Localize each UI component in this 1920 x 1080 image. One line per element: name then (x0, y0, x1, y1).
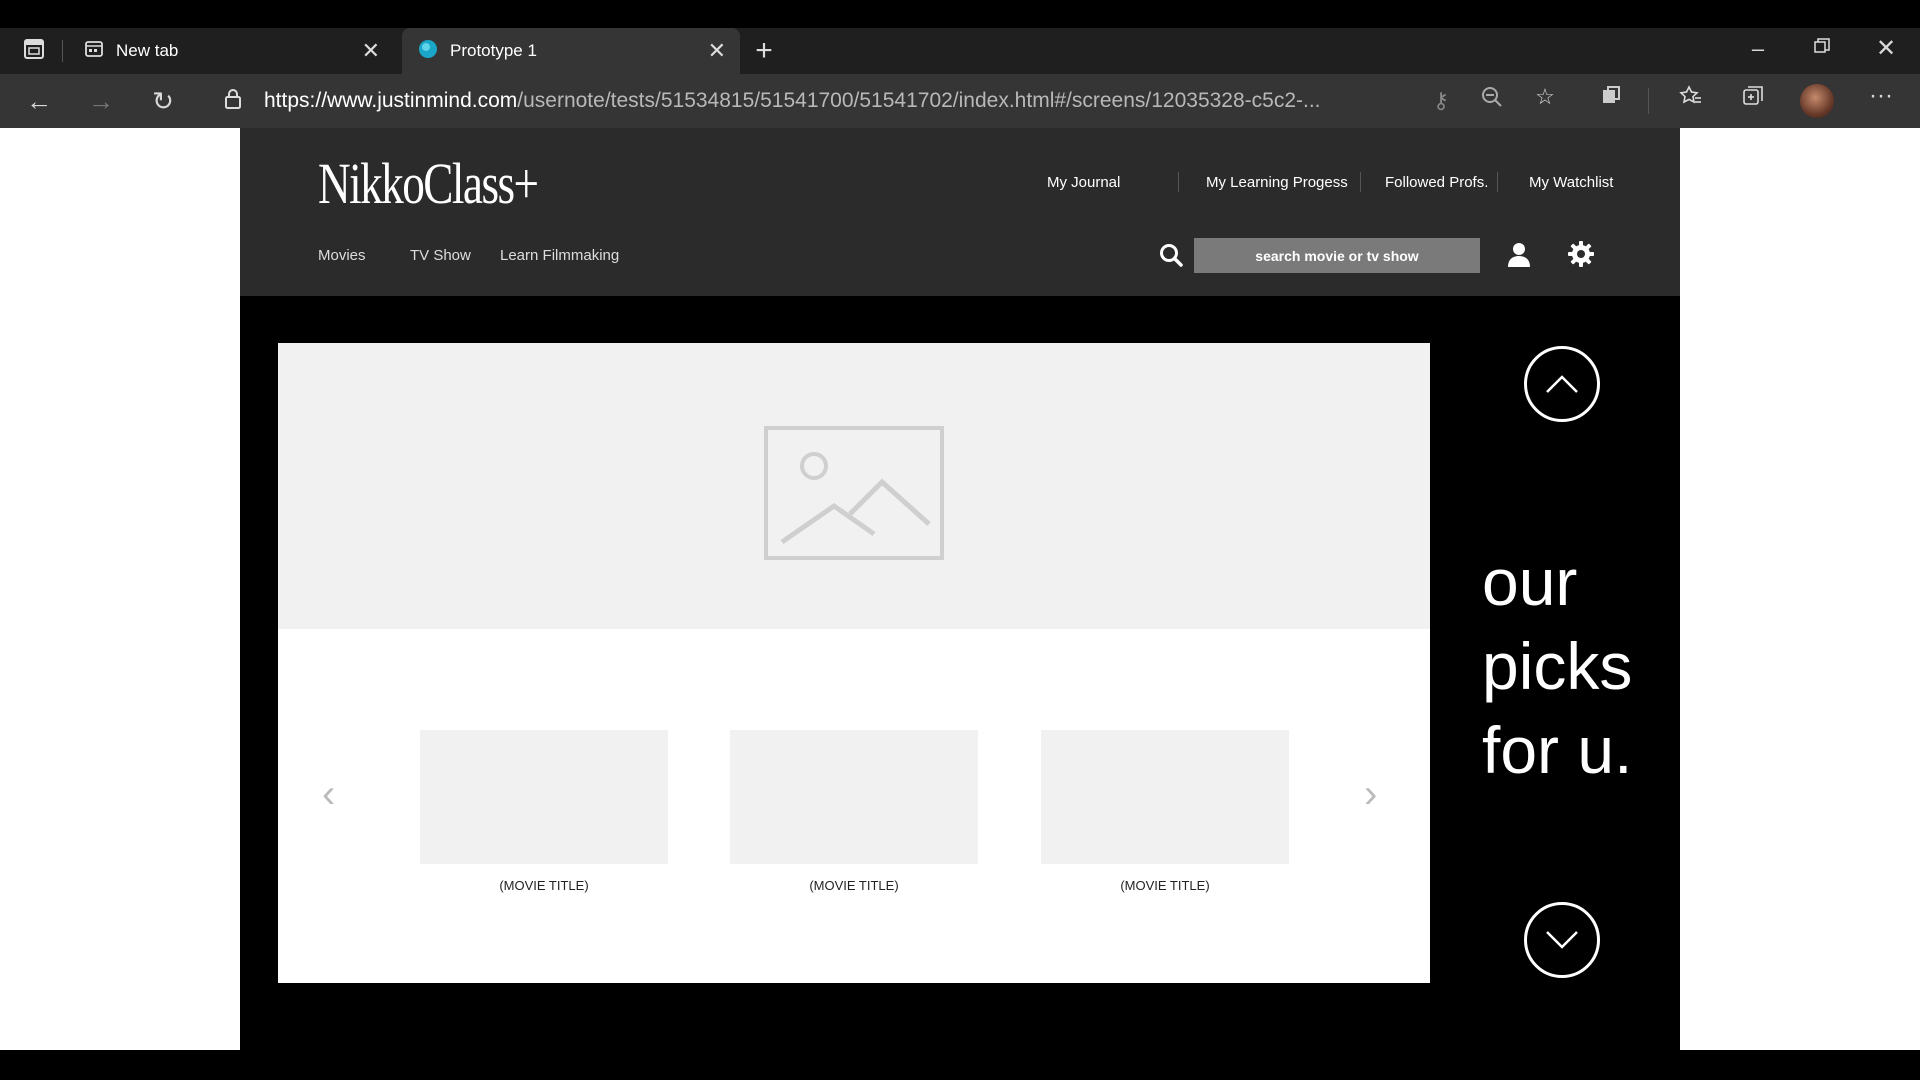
picks-line: our (1482, 545, 1578, 619)
restore-icon[interactable] (1808, 34, 1836, 60)
window-bottom-strip (0, 1050, 1920, 1080)
collections-icon[interactable] (1738, 84, 1768, 114)
movie-card-title[interactable]: (MOVIE TITLE) (730, 878, 978, 893)
favorites-icon[interactable] (1676, 84, 1706, 114)
url-host: https://www.justinmind.com (264, 89, 518, 112)
add-favorite-icon[interactable]: ☆ (1530, 84, 1560, 110)
movie-card-image[interactable] (420, 730, 668, 864)
page-margin-left (0, 128, 240, 1050)
nav-followed-profs[interactable]: Followed Profs. (1385, 174, 1488, 191)
close-tab-icon[interactable]: ✕ (708, 38, 726, 64)
nav-divider (1178, 172, 1179, 192)
extension-icon[interactable] (1596, 84, 1626, 112)
toolbar-divider (1648, 88, 1649, 114)
zoom-out-icon[interactable] (1478, 86, 1506, 114)
tab-divider (62, 40, 63, 62)
new-tab-plus-icon[interactable]: + (748, 34, 780, 68)
url-field[interactable]: https://www.justinmind.com/usernote/test… (202, 84, 1452, 118)
nav-divider (1360, 172, 1361, 192)
search-input[interactable]: search movie or tv show (1194, 238, 1480, 273)
chevron-up-icon (1546, 375, 1578, 393)
nav-tv-show[interactable]: TV Show (410, 247, 471, 264)
movie-card-image[interactable] (730, 730, 978, 864)
window-top-strip (0, 0, 1920, 28)
justinmind-favicon (418, 39, 438, 64)
movie-card-image[interactable] (1041, 730, 1289, 864)
site-logo[interactable]: NikkoClass+ (318, 150, 539, 217)
tab-label: New tab (116, 41, 179, 60)
more-options-icon[interactable]: ··· (1866, 82, 1896, 110)
browser-tab-strip: New tab ✕ Prototype 1 ✕ + – ✕ (0, 28, 1920, 74)
refresh-icon[interactable]: ↻ (148, 86, 178, 117)
carousel-prev-arrow-icon[interactable]: ‹ (322, 772, 335, 817)
close-tab-icon[interactable]: ✕ (362, 38, 380, 64)
forward-icon[interactable]: → (86, 86, 116, 117)
nav-my-watchlist[interactable]: My Watchlist (1529, 174, 1613, 191)
our-picks-heading: our picks for u. (1482, 540, 1682, 792)
nav-movies[interactable]: Movies (318, 247, 366, 264)
tab-new-tab[interactable]: New tab ✕ (68, 28, 394, 74)
user-icon[interactable] (1505, 240, 1533, 273)
tab-label: Prototype 1 (450, 41, 537, 60)
minimize-icon[interactable]: – (1746, 36, 1770, 62)
chevron-down-icon (1546, 931, 1578, 949)
scroll-up-button[interactable] (1524, 346, 1600, 422)
search-icon[interactable] (1158, 242, 1184, 273)
movie-card-title[interactable]: (MOVIE TITLE) (420, 878, 668, 893)
nav-learn-filmmaking[interactable]: Learn Filmmaking (500, 247, 619, 264)
picks-line: picks (1482, 629, 1633, 703)
image-placeholder-icon (764, 426, 944, 565)
nav-divider (1497, 172, 1498, 192)
scroll-down-button[interactable] (1524, 902, 1600, 978)
movie-card-title[interactable]: (MOVIE TITLE) (1041, 878, 1289, 893)
picks-line: for u. (1482, 713, 1633, 787)
url-path: /usernote/tests/51534815/51541700/515417… (517, 89, 1321, 112)
carousel-next-arrow-icon[interactable]: › (1364, 772, 1377, 817)
tab-actions-icon[interactable] (20, 38, 48, 66)
profile-avatar[interactable] (1800, 84, 1834, 118)
new-tab-page-icon (84, 39, 104, 64)
close-window-icon[interactable]: ✕ (1872, 34, 1900, 63)
nav-my-learning-progress[interactable]: My Learning Progess (1206, 174, 1348, 191)
back-icon[interactable]: ← (24, 86, 54, 117)
nav-my-journal[interactable]: My Journal (1047, 174, 1120, 191)
tab-prototype-1[interactable]: Prototype 1 ✕ (402, 28, 740, 74)
page-margin-right (1680, 128, 1920, 1050)
settings-gear-icon[interactable] (1567, 240, 1595, 273)
